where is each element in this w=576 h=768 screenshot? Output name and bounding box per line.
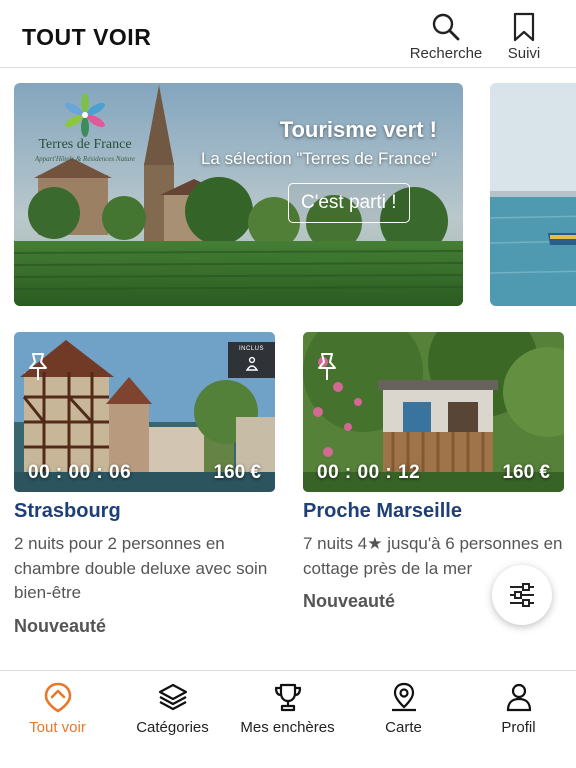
card-tag: Nouveauté — [14, 615, 107, 636]
current-price: 160 € — [213, 462, 261, 483]
search-label: Recherche — [409, 45, 483, 62]
included-badge: INCLUS — [228, 342, 275, 378]
follow-button[interactable]: Suivi — [484, 10, 564, 66]
nav-label: Catégories — [136, 719, 209, 736]
pin-icon — [318, 353, 336, 380]
nav-label: Profil — [501, 719, 536, 736]
logo-name: Terres de France — [38, 137, 132, 152]
bookmark-icon — [513, 12, 535, 42]
card-image[interactable]: INCLUS 00 : 00 : 06 160 € — [14, 332, 275, 492]
nav-mes-encheres[interactable]: Mes enchères — [230, 679, 345, 749]
card-image[interactable]: 00 : 00 : 12 160 € — [303, 332, 564, 492]
trophy-icon — [274, 683, 301, 712]
follow-label: Suivi — [507, 45, 541, 62]
nav-categories[interactable]: Catégories — [115, 679, 230, 749]
promo-banner[interactable]: Terres de France Appart'Hôtels & Résiden… — [14, 83, 463, 306]
user-icon — [506, 683, 531, 712]
spa-icon — [245, 356, 258, 371]
nav-label: Mes enchères — [240, 719, 335, 736]
banner-image-seaside — [490, 83, 576, 306]
search-button[interactable]: Recherche — [406, 10, 486, 66]
card-title[interactable]: Proche Marseille — [303, 500, 564, 523]
bottom-navigation: Tout voir Catégories Mes enchères Carte … — [0, 670, 576, 768]
current-price: 160 € — [502, 462, 550, 483]
included-badge-label: INCLUS — [238, 346, 264, 352]
banner-subtitle: La sélection "Terres de France" — [200, 149, 437, 168]
sliders-icon — [510, 583, 534, 607]
brand-logo: Terres de France Appart'Hôtels & Résiden… — [30, 93, 140, 171]
nav-tout-voir[interactable]: Tout voir — [0, 679, 115, 749]
map-pin-icon — [391, 682, 416, 712]
next-banner-peek[interactable] — [490, 83, 576, 306]
countdown-timer: 00 : 00 : 12 — [317, 462, 421, 483]
layers-icon — [158, 683, 187, 711]
page-title: TOUT VOIR — [22, 24, 152, 50]
nav-label: Tout voir — [29, 719, 86, 736]
nav-label: Carte — [385, 719, 422, 736]
banner-headline: Tourisme vert ! — [279, 117, 437, 142]
banner-cta-button[interactable]: C'est parti ! — [288, 183, 410, 223]
flower-logo-icon — [65, 93, 105, 137]
nav-carte[interactable]: Carte — [346, 679, 461, 749]
card-description: 2 nuits pour 2 personnes en chambre doub… — [14, 534, 268, 602]
search-icon — [432, 13, 460, 41]
card-title[interactable]: Strasbourg — [14, 500, 275, 523]
pin-icon — [29, 353, 47, 380]
auction-card[interactable]: INCLUS 00 : 00 : 06 160 € Strasbourg 2 n… — [14, 332, 275, 637]
filter-button[interactable] — [492, 565, 552, 625]
top-header: TOUT VOIR Recherche Suivi — [0, 0, 576, 68]
logo-tagline: Appart'Hôtels & Résidences Nature — [34, 155, 136, 163]
all-icon — [44, 682, 71, 713]
countdown-timer: 00 : 00 : 06 — [28, 462, 132, 483]
nav-profil[interactable]: Profil — [461, 679, 576, 749]
